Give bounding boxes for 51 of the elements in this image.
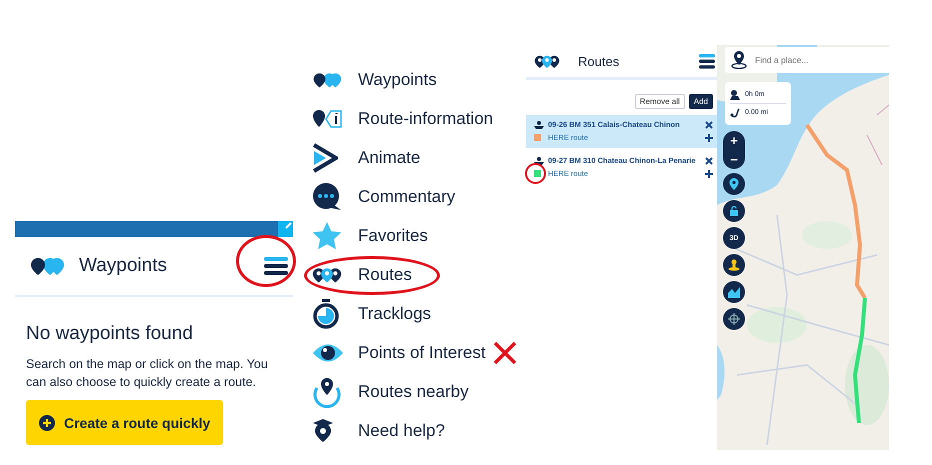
lock-icon[interactable] (729, 206, 739, 216)
numbered-pins-icon (29, 256, 65, 276)
route-color-swatch[interactable] (534, 170, 541, 177)
route-pins-icon (534, 54, 560, 68)
menu-item[interactable]: Need help? (358, 420, 445, 440)
menu-item[interactable]: Routes nearby (358, 382, 469, 402)
star-icon (312, 220, 342, 250)
plus-icon[interactable] (705, 170, 713, 178)
panel-title: Routes (578, 54, 620, 68)
crosshair-icon[interactable] (728, 313, 740, 325)
route-color-swatch[interactable] (534, 134, 541, 141)
plus-icon[interactable] (705, 134, 713, 142)
location-pin-icon[interactable] (728, 178, 740, 190)
pin-info-icon (312, 108, 342, 130)
empty-heading: No waypoints found (26, 323, 194, 345)
create-route-button[interactable]: Create a route quickly (26, 400, 224, 445)
zoom-in-button[interactable]: + (723, 131, 745, 150)
play-icon (312, 142, 338, 172)
menu-item[interactable]: Route-information (358, 108, 494, 128)
panel-title: Waypoints (79, 255, 168, 277)
menu-item[interactable]: Waypoints (358, 70, 437, 90)
close-icon[interactable] (705, 156, 713, 164)
pin-cap-icon (312, 418, 334, 442)
empty-message: Search on the map or click on the map. You can also choose to quickly create a route. (26, 356, 269, 391)
plus-circle-icon (39, 414, 55, 430)
location-pin-icon (731, 51, 747, 69)
speech-bubble-icon (312, 182, 342, 210)
menu-item[interactable]: Tracklogs (358, 304, 432, 324)
menu-item[interactable]: Points of Interest (358, 342, 486, 362)
person-icon[interactable] (728, 259, 740, 271)
eye-icon (312, 342, 344, 364)
stopwatch-icon (312, 298, 340, 328)
remove-all-button[interactable]: Remove all (634, 94, 685, 109)
boat-icon (534, 156, 544, 164)
route-curve-icon (730, 108, 740, 118)
search-field[interactable]: Find a place... (725, 47, 889, 73)
menu-item[interactable]: Commentary (358, 186, 456, 206)
add-button[interactable]: Add (688, 94, 713, 109)
chevron-icon (285, 221, 293, 229)
boat-icon (534, 120, 544, 128)
menu-icon[interactable] (699, 54, 715, 68)
search-field[interactable]: Find a place... (753, 54, 877, 66)
menu-icon[interactable] (264, 256, 288, 276)
menu-item[interactable]: Animate (358, 148, 420, 168)
elevation-chart-icon[interactable] (728, 286, 740, 298)
zoom-out-button[interactable]: − (723, 150, 745, 169)
driver-icon (730, 90, 740, 100)
close-icon[interactable] (705, 120, 713, 128)
menu-item[interactable]: Favorites (358, 226, 428, 246)
location-radar-icon (312, 376, 342, 408)
menu-item[interactable]: Routes (358, 264, 412, 284)
